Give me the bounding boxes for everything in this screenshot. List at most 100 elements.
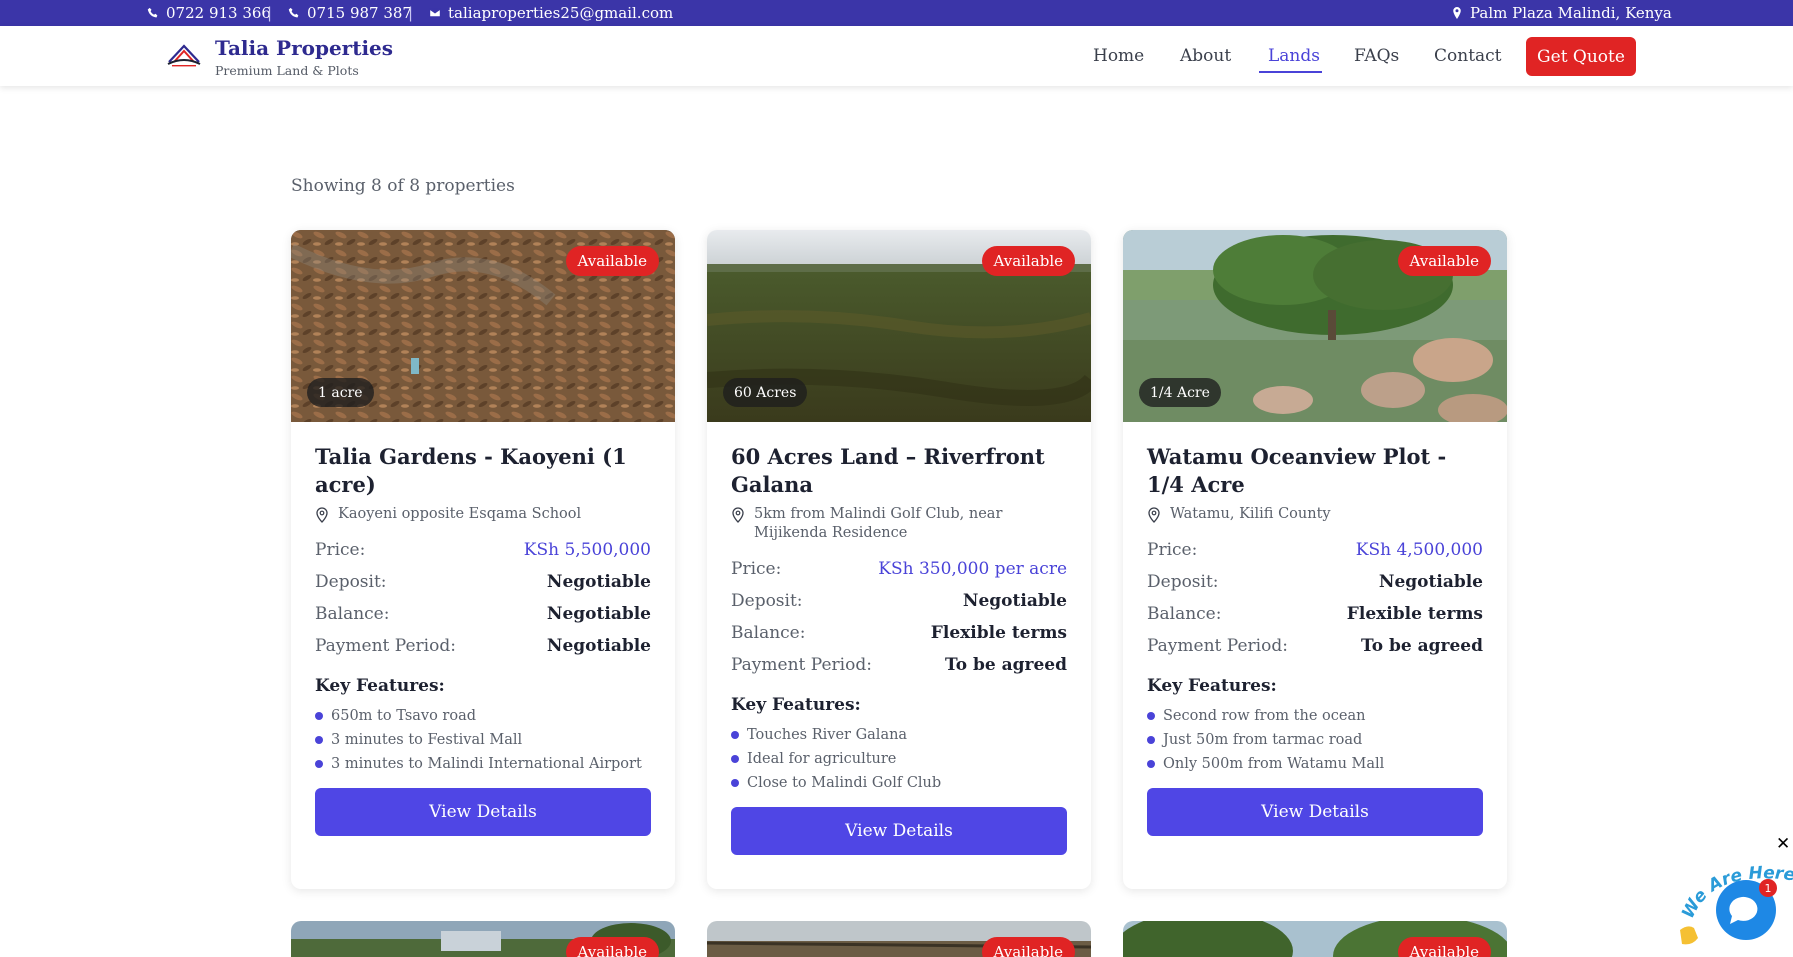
email-text: taliaproperties25@gmail.com — [448, 4, 674, 22]
price-value: KSh 5,500,000 — [523, 540, 651, 560]
key-features-heading: Key Features: — [731, 695, 861, 715]
availability-badge: Available — [981, 246, 1075, 276]
logo-icon[interactable] — [166, 40, 202, 68]
deposit-label: Deposit: — [315, 572, 387, 592]
property-card: Available 1/4 Acre Watamu Oceanview Plot… — [1123, 230, 1507, 889]
property-card-partial[interactable]: Available — [291, 921, 675, 957]
brand-subtitle: Premium Land & Plots — [215, 63, 359, 78]
phone-icon — [288, 7, 299, 18]
active-nav-indicator — [1259, 71, 1322, 73]
nav-about[interactable]: About — [1180, 46, 1231, 66]
property-photo[interactable]: Available 60 Acres — [707, 230, 1091, 422]
feature-item: Ideal for agriculture — [731, 747, 1067, 771]
location-text: Kaoyeni opposite Esqama School — [338, 506, 582, 522]
key-features-heading: Key Features: — [1147, 676, 1277, 696]
property-card: Available 60 Acres 60 Acres Land – River… — [707, 230, 1091, 889]
payment-period-label: Payment Period: — [1147, 636, 1288, 656]
price-label: Price: — [315, 540, 366, 560]
price-label: Price: — [1147, 540, 1198, 560]
unread-count: 1 — [1765, 882, 1772, 895]
waving-hand-icon — [1680, 926, 1698, 945]
property-photo[interactable]: Available 1/4 Acre — [1123, 230, 1507, 422]
feature-item: Close to Malindi Golf Club — [731, 771, 1067, 795]
phone-icon — [147, 7, 158, 18]
view-details-button[interactable]: View Details — [731, 807, 1067, 855]
view-details-button[interactable]: View Details — [1147, 788, 1483, 836]
price-details: Price: KSh 350,000 per acre Deposit: Negot… — [731, 553, 1067, 681]
location-text: 5km from Malindi Golf Club, near Mijiken… — [754, 506, 1003, 541]
nav-faqs[interactable]: FAQs — [1354, 46, 1399, 66]
email-link[interactable]: taliaproperties25@gmail.com — [429, 4, 673, 22]
property-title[interactable]: 60 Acres Land – Riverfront Galana — [731, 443, 1067, 499]
property-card: Available 1 acre Talia Gardens - Kaoyeni… — [291, 230, 675, 889]
view-details-button[interactable]: View Details — [315, 788, 651, 836]
map-pin-icon — [732, 507, 744, 523]
availability-badge: Available — [565, 937, 659, 957]
get-quote-button[interactable]: Get Quote — [1526, 37, 1636, 76]
balance-label: Balance: — [731, 623, 806, 643]
price-label: Price: — [731, 559, 782, 579]
feature-item: 3 minutes to Festival Mall — [315, 728, 651, 752]
deposit-value: Negotiable — [546, 572, 651, 592]
deposit-label: Deposit: — [1147, 572, 1219, 592]
map-pin-icon — [1453, 7, 1461, 19]
property-card-partial[interactable]: Available — [1123, 921, 1507, 957]
top-contact-bar: 0722 913 366 | 0715 987 387 | taliaprope… — [0, 0, 1793, 26]
property-card-partial[interactable]: Available — [707, 921, 1091, 957]
balance-label: Balance: — [1147, 604, 1222, 624]
map-pin-icon — [1148, 507, 1160, 523]
feature-item: Just 50m from tarmac road — [1147, 728, 1483, 752]
balance-value: Negotiable — [546, 604, 651, 624]
payment-period-value: Negotiable — [546, 636, 651, 656]
address-text: Palm Plaza Malindi, Kenya — [1470, 4, 1672, 22]
deposit-value: Negotiable — [1378, 572, 1483, 592]
separator: | — [267, 4, 273, 22]
deposit-label: Deposit: — [731, 591, 803, 611]
balance-value: Flexible terms — [930, 623, 1067, 643]
nav-lands[interactable]: Lands — [1268, 46, 1320, 66]
chat-widget[interactable]: We Are Here! 1 — [1666, 835, 1793, 957]
property-location: Kaoyeni opposite Esqama School — [315, 505, 651, 524]
results-count: Showing 8 of 8 properties — [291, 176, 515, 196]
feature-list: Second row from the ocean Just 50m from … — [1147, 704, 1483, 776]
availability-badge: Available — [981, 937, 1075, 957]
availability-badge: Available — [1397, 246, 1491, 276]
feature-item: 650m to Tsavo road — [315, 704, 651, 728]
brand-title[interactable]: Talia Properties — [215, 36, 393, 60]
location-text: Watamu, Kilifi County — [1170, 506, 1331, 522]
price-value: KSh 350,000 per acre — [878, 559, 1067, 579]
payment-period-value: To be agreed — [945, 655, 1067, 675]
feature-item: Only 500m from Watamu Mall — [1147, 752, 1483, 776]
property-title[interactable]: Watamu Oceanview Plot - 1/4 Acre — [1147, 443, 1483, 499]
size-tag: 60 Acres — [723, 378, 808, 407]
phone-2[interactable]: 0715 987 387 — [288, 4, 412, 22]
feature-item: Second row from the ocean — [1147, 704, 1483, 728]
size-tag: 1 acre — [307, 378, 374, 407]
main-navbar: Talia Properties Premium Land & Plots Ho… — [0, 26, 1793, 86]
property-photo[interactable]: Available 1 acre — [291, 230, 675, 422]
property-title[interactable]: Talia Gardens - Kaoyeni (1 acre) — [315, 443, 651, 499]
size-tag: 1/4 Acre — [1139, 378, 1221, 407]
balance-label: Balance: — [315, 604, 390, 624]
key-features-heading: Key Features: — [315, 676, 445, 696]
feature-list: Touches River Galana Ideal for agricultu… — [731, 723, 1067, 795]
nav-contact[interactable]: Contact — [1434, 46, 1502, 66]
feature-item: Touches River Galana — [731, 723, 1067, 747]
payment-period-value: To be agreed — [1361, 636, 1483, 656]
property-location: Watamu, Kilifi County — [1147, 505, 1483, 524]
price-details: Price: KSh 5,500,000 Deposit: Negotiable B… — [315, 534, 651, 662]
separator: | — [408, 4, 414, 22]
property-location: 5km from Malindi Golf Club, near Mijiken… — [731, 505, 1067, 543]
balance-value: Flexible terms — [1346, 604, 1483, 624]
nav-home[interactable]: Home — [1093, 46, 1144, 66]
price-value: KSh 4,500,000 — [1355, 540, 1483, 560]
deposit-value: Negotiable — [962, 591, 1067, 611]
phone-1-text: 0722 913 366 — [166, 4, 271, 22]
payment-period-label: Payment Period: — [731, 655, 872, 675]
feature-item: 3 minutes to Malindi International Airpo… — [315, 752, 651, 776]
phone-1[interactable]: 0722 913 366 — [147, 4, 271, 22]
price-details: Price: KSh 4,500,000 Deposit: Negotiable B… — [1147, 534, 1483, 662]
availability-badge: Available — [565, 246, 659, 276]
map-pin-icon — [316, 507, 328, 523]
availability-badge: Available — [1397, 937, 1491, 957]
